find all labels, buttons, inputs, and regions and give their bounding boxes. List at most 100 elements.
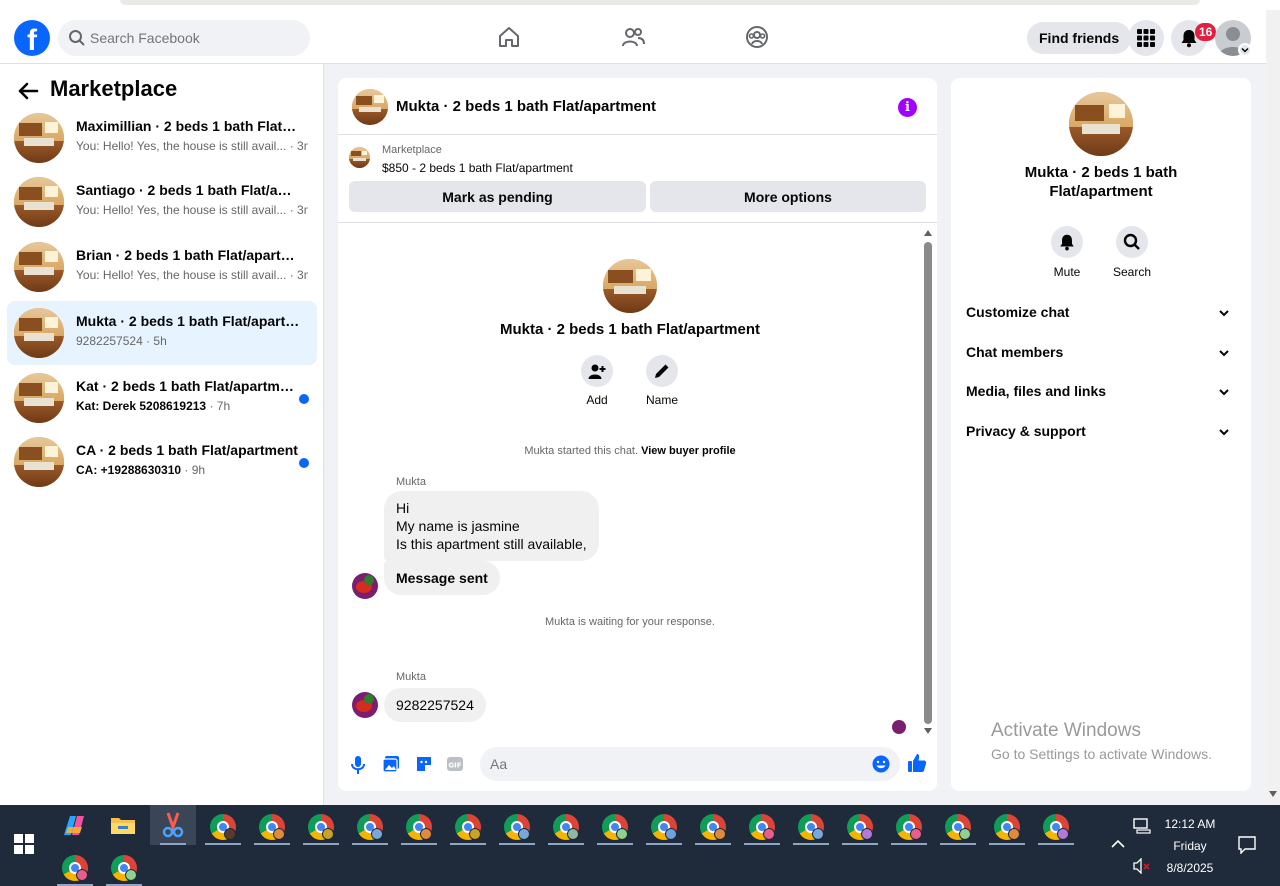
chrome-icon[interactable]: [798, 814, 824, 840]
chrome-icon[interactable]: [308, 814, 334, 840]
seen-indicator-avatar: [892, 720, 906, 734]
friends-icon[interactable]: [620, 24, 646, 50]
message-bubble[interactable]: Message sent: [384, 561, 500, 595]
app-underline: [646, 843, 682, 845]
chat-thumbnail[interactable]: [352, 89, 388, 125]
emoji-icon[interactable]: [872, 755, 890, 773]
sender-avatar[interactable]: [352, 692, 378, 718]
chrome-icon[interactable]: [749, 814, 775, 840]
add-member-button[interactable]: Add: [567, 355, 627, 407]
sender-name: Mukta: [396, 671, 426, 683]
photo-icon[interactable]: [382, 755, 400, 773]
gif-icon[interactable]: GIF: [446, 755, 464, 773]
scroll-down-arrow-icon[interactable]: [924, 728, 932, 734]
search-icon: [69, 30, 85, 46]
name-label: Name: [645, 393, 678, 407]
search-bar[interactable]: [58, 20, 310, 56]
top-header: f Find friends 16: [0, 10, 1266, 64]
message-thread[interactable]: Mukta · 2 beds 1 bath Flat/apartment Add…: [338, 223, 937, 743]
chrome-icon[interactable]: [259, 814, 285, 840]
chrome-icon[interactable]: [994, 814, 1020, 840]
microphone-icon[interactable]: [350, 755, 366, 775]
app-underline: [793, 843, 829, 845]
chrome-icon[interactable]: [651, 814, 677, 840]
chrome-icon[interactable]: [553, 814, 579, 840]
chrome-icon[interactable]: [62, 855, 88, 881]
chrome-icon[interactable]: [847, 814, 873, 840]
chrome-icon[interactable]: [945, 814, 971, 840]
scroll-thumb[interactable]: [924, 242, 932, 724]
chevron-down-icon: [1241, 47, 1249, 53]
app-underline: [254, 843, 290, 845]
view-buyer-profile-link[interactable]: View buyer profile: [641, 445, 736, 457]
message-bubble[interactable]: Hi My name is jasmine Is this apartment …: [384, 491, 599, 561]
mark-as-pending-button[interactable]: Mark as pending: [349, 181, 646, 212]
find-friends-button[interactable]: Find friends: [1027, 22, 1132, 54]
conversation-item-brian[interactable]: Brian · 2 beds 1 bath Flat/apartment You…: [7, 235, 317, 299]
conversation-item-santiago[interactable]: Santiago · 2 beds 1 bath Flat/apart... Y…: [7, 170, 317, 234]
thread-scrollbar[interactable]: [922, 230, 934, 736]
network-icon[interactable]: [1133, 818, 1151, 834]
conversation-preview: You: Hello! Yes, the house is still avai…: [76, 268, 308, 282]
svg-text:GIF: GIF: [448, 762, 461, 770]
app-underline: [450, 843, 486, 845]
listing-price[interactable]: $850 - 2 beds 1 bath Flat/apartment: [382, 161, 573, 175]
section-privacy-support[interactable]: Privacy & support: [959, 414, 1243, 450]
chat-title[interactable]: Mukta · 2 beds 1 bath Flat/apartment: [396, 98, 656, 115]
page-scrollbar[interactable]: [1266, 10, 1280, 805]
chrome-icon[interactable]: [602, 814, 628, 840]
conversation-item-kat[interactable]: Kat · 2 beds 1 bath Flat/apartment Kat: …: [7, 366, 317, 430]
message-input-box[interactable]: [480, 747, 900, 781]
details-thumbnail[interactable]: [1069, 92, 1133, 156]
search-input[interactable]: [90, 20, 300, 56]
snipping-tool-icon[interactable]: [160, 811, 186, 839]
chrome-icon[interactable]: [111, 855, 137, 881]
conversation-title: Santiago · 2 beds 1 bath Flat/apart...: [76, 182, 300, 198]
message-input[interactable]: [490, 747, 850, 781]
chrome-icon[interactable]: [700, 814, 726, 840]
copilot-icon[interactable]: [60, 813, 88, 839]
listing-thumbnail[interactable]: [349, 147, 370, 168]
sender-avatar[interactable]: [352, 573, 378, 599]
conversation-preview: Kat: Derek 5208619213 · 7h: [76, 399, 231, 413]
scroll-up-arrow-icon[interactable]: [924, 230, 932, 236]
facebook-logo-icon[interactable]: f: [14, 20, 50, 56]
info-icon[interactable]: i: [898, 98, 917, 117]
section-chat-members[interactable]: Chat members: [959, 335, 1243, 371]
notification-center-icon[interactable]: [1238, 836, 1256, 854]
search-in-chat-button[interactable]: Search: [1104, 226, 1160, 279]
message-bubble[interactable]: 9282257524: [384, 688, 486, 722]
home-icon[interactable]: [496, 24, 522, 50]
mute-button[interactable]: Mute: [1039, 226, 1095, 279]
activate-windows-watermark: Activate Windows Go to Settings to activ…: [991, 720, 1212, 762]
chrome-icon[interactable]: [455, 814, 481, 840]
account-caret[interactable]: [1238, 43, 1252, 57]
clock-date[interactable]: 8/8/2025: [1160, 861, 1220, 875]
chrome-icon[interactable]: [210, 814, 236, 840]
chevron-up-icon[interactable]: [1110, 838, 1126, 850]
clock-time[interactable]: 12:12 AM: [1160, 817, 1220, 831]
conversation-item-maximillian[interactable]: Maximillian · 2 beds 1 bath Flat/ap... Y…: [7, 106, 317, 170]
file-explorer-icon[interactable]: [110, 814, 136, 836]
chrome-icon[interactable]: [406, 814, 432, 840]
windows-start-icon[interactable]: [13, 833, 35, 855]
section-media-files-links[interactable]: Media, files and links: [959, 374, 1243, 410]
clock-day[interactable]: Friday: [1160, 839, 1220, 853]
chrome-icon[interactable]: [1043, 814, 1069, 840]
listing-thumbnail: [14, 308, 64, 358]
section-customize-chat[interactable]: Customize chat: [959, 295, 1243, 331]
chrome-icon[interactable]: [357, 814, 383, 840]
more-options-button[interactable]: More options: [650, 181, 926, 212]
like-thumbs-up-icon[interactable]: [907, 753, 927, 773]
conversation-item-mukta[interactable]: Mukta · 2 beds 1 bath Flat/apartm... 928…: [7, 301, 317, 365]
menu-button[interactable]: [1128, 20, 1164, 56]
edit-name-button[interactable]: Name: [632, 355, 692, 407]
volume-muted-icon[interactable]: [1133, 858, 1151, 874]
back-arrow-icon[interactable]: [17, 80, 39, 102]
sticker-icon[interactable]: [415, 755, 433, 773]
scroll-down-arrow-icon[interactable]: [1269, 791, 1277, 797]
chrome-icon[interactable]: [504, 814, 530, 840]
groups-icon[interactable]: [744, 24, 770, 50]
conversation-item-ca[interactable]: CA · 2 beds 1 bath Flat/apartment CA: +1…: [7, 430, 317, 494]
chrome-icon[interactable]: [896, 814, 922, 840]
